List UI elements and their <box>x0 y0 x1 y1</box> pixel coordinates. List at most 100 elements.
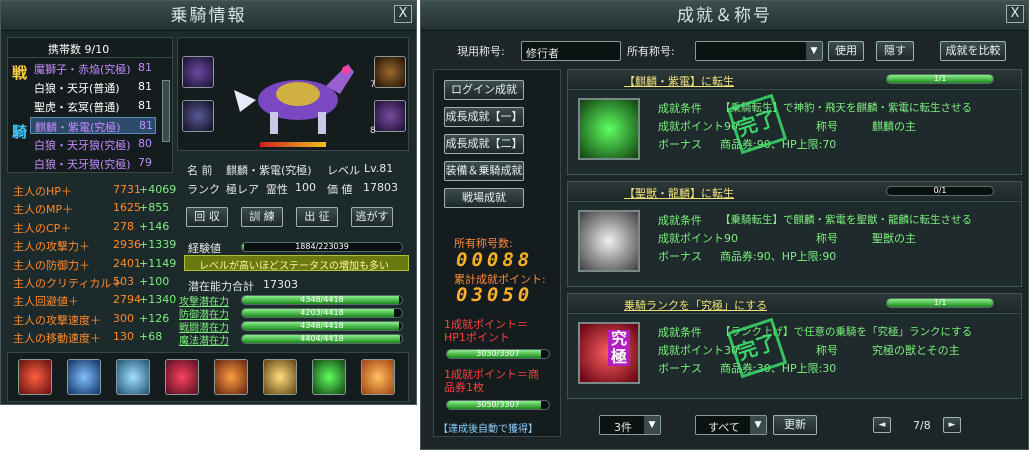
mount-list-item[interactable]: 聖虎・玄冥(普通) 81 <box>30 98 156 115</box>
stat-label: 主人の防御力＋ <box>13 258 90 272</box>
set-free-button[interactable]: 逃がす <box>351 207 393 227</box>
points-label: 成就ポイント90 <box>658 120 738 133</box>
page-indicator: 7/8 <box>913 419 931 432</box>
achievement-card-header: 乗騎ランクを「究極」にする 1/1 <box>568 294 1021 314</box>
red-horse-skill-icon[interactable] <box>165 359 199 395</box>
fire-claw-skill-icon[interactable] <box>214 359 248 395</box>
stat-bonus: +1339 <box>139 238 177 252</box>
equip-slot-armor-icon[interactable] <box>182 100 214 132</box>
achievement-category-button[interactable]: ログイン成就 <box>444 80 524 100</box>
achievement-card-header: 【聖獣・龍麟】に転生 0/1 <box>568 182 1021 202</box>
mount-list: 携帯数 9/10 魔獅子・赤焔(究極) 81 白狼・天牙(普通) 81 聖虎・玄冥(普通… <box>7 37 173 173</box>
equip-slot-saddle-icon[interactable] <box>182 56 214 88</box>
compare-achievements-button[interactable]: 成就を比較 <box>940 41 1006 61</box>
achievement-category-button[interactable]: 成長成就【二】 <box>444 134 524 154</box>
current-title-field: 修行者 <box>521 41 621 61</box>
ride-mark: 騎 <box>12 123 28 141</box>
stat-value: 300 <box>113 311 134 325</box>
mount-level-value: Lv.81 <box>364 162 394 175</box>
next-page-button[interactable]: ► <box>943 417 961 433</box>
potential-text: 4404/4418 <box>300 334 344 343</box>
mount-spirit-value: 100 <box>295 181 316 194</box>
train-button[interactable]: 訓 練 <box>241 207 283 227</box>
mount-name: 白狼・天牙(普通) <box>34 82 120 95</box>
achievement-category-button[interactable]: 装備＆乗騎成就 <box>444 161 524 181</box>
green-horse-skill-icon[interactable] <box>312 359 346 395</box>
stat-value: 1625 <box>113 201 141 215</box>
potential-total-label: 潜在能力合計 <box>188 280 254 293</box>
stat-bonus: +855 <box>139 201 170 215</box>
total-points-value: 03050 <box>456 284 534 306</box>
equip-slot-horseshoe-icon[interactable] <box>374 100 406 132</box>
achievement-close-button[interactable]: X <box>1006 5 1024 23</box>
mount-name: 麒麟・紫電(究極) <box>35 121 121 134</box>
stat-bonus: +1340 <box>139 293 177 307</box>
mount-level: 81 <box>138 61 152 74</box>
points-label: 成就ポイント90 <box>658 232 738 245</box>
owned-title-dropdown[interactable]: ▼ <box>695 41 823 61</box>
achievement-category-button[interactable]: 成長成就【一】 <box>444 107 524 127</box>
auto-claim-note: 【達成後自動で獲得】 <box>438 424 538 435</box>
mount-name: 白狼・天牙狼(究極) <box>34 158 131 171</box>
title-value: 聖獣の主 <box>872 232 916 245</box>
mount-list-item[interactable]: 白狼・天牙狼(究極) 79 <box>30 155 156 172</box>
prev-page-button[interactable]: ◄ <box>873 417 891 433</box>
blue-claw-skill-icon[interactable] <box>67 359 101 395</box>
battle-mark: 戦 <box>12 64 28 82</box>
gold-orb-skill-icon[interactable] <box>263 359 297 395</box>
type-filter-chevron-down-icon[interactable]: ▼ <box>750 416 766 434</box>
potential-text: 4203/4418 <box>300 308 344 317</box>
wind-wave-skill-icon[interactable] <box>116 359 150 395</box>
condition-label: 成就条件 <box>658 214 702 227</box>
achievement-category-sidebar: ログイン成就 成長成就【一】 成長成就【二】 装備＆乗騎成就 戦場成就 所有称号数: 0… <box>433 69 561 437</box>
mount-list-item[interactable]: 白狼・天牙狼(究極) 80 <box>30 136 156 153</box>
mount-spirit-label: 霊性 <box>266 183 288 196</box>
achievement-category-button[interactable]: 戦場成就 <box>444 188 524 208</box>
refresh-button[interactable]: 更新 <box>773 415 817 435</box>
stat-value: 7731 <box>113 183 141 196</box>
deploy-button[interactable]: 出 征 <box>296 207 338 227</box>
paw-print-skill-icon[interactable] <box>361 359 395 395</box>
release-button[interactable]: 回 収 <box>186 207 228 227</box>
mount-level: 81 <box>138 80 152 93</box>
owned-title-label: 所有称号: <box>627 45 675 58</box>
type-filter-dropdown[interactable]: すべて ▼ <box>695 415 767 435</box>
title-label: 称号 <box>816 344 838 357</box>
mount-name-value: 麒麟・紫電(究極) <box>226 164 312 177</box>
mount-level: 80 <box>138 137 152 150</box>
hide-title-button[interactable]: 隠す <box>876 41 914 61</box>
red-slash-skill-icon[interactable] <box>18 359 52 395</box>
stat-value: 2936 <box>113 238 141 252</box>
mount-list-item[interactable]: 魔獅子・赤焔(究極) 81 <box>30 60 156 77</box>
count-filter-dropdown[interactable]: 3件 ▼ <box>599 415 661 435</box>
count-filter-chevron-down-icon[interactable]: ▼ <box>644 416 660 434</box>
mount-name: 聖虎・玄冥(普通) <box>34 101 120 114</box>
achievement-progress-text: 0/1 <box>933 186 947 195</box>
bonus-label: ボーナス <box>658 138 702 151</box>
mount-list-item[interactable]: 麒麟・紫電(究極) 81 <box>30 117 156 134</box>
mount-name-label: 名 前 <box>187 164 213 177</box>
mount-list-item[interactable]: 白狼・天牙(普通) 81 <box>30 79 156 96</box>
achievement-title: 成就＆称号 <box>421 1 1028 31</box>
bonus-label: ボーナス <box>658 250 702 263</box>
stat-bonus: +100 <box>139 275 170 288</box>
title-label: 称号 <box>816 120 838 133</box>
chevron-down-icon[interactable]: ▼ <box>806 42 822 60</box>
mount-list-scrollbar[interactable] <box>162 80 170 142</box>
equip-slot-reins-icon[interactable] <box>374 56 406 88</box>
potential-bar: 4348/4418 <box>241 321 403 331</box>
mount-price-label: 価 値 <box>327 183 353 196</box>
hp-convert-label: 1成就ポイント＝HP1ポイント <box>444 318 528 344</box>
achievement-progress-text: 1/1 <box>933 298 947 307</box>
mount-info-window: 乗騎情報 X 携帯数 9/10 魔獅子・赤焔(究極) 81 白狼・天牙(普通) 81 聖… <box>0 0 417 405</box>
stat-bonus: +1149 <box>139 256 177 270</box>
achievement-card: 【聖獣・龍麟】に転生 0/1 成就条件 【乗騎転生】で麒麟・紫電を聖獣・龍麟に転生させ… <box>567 181 1022 287</box>
stat-label: 主人のクリティカル＋ <box>13 277 123 290</box>
use-title-button[interactable]: 使用 <box>828 41 864 61</box>
mount-name: 魔獅子・赤焔(究極) <box>34 63 131 76</box>
mount-info-close-button[interactable]: X <box>394 5 412 23</box>
mount-level: 81 <box>138 99 152 112</box>
potential-text: 4348/4418 <box>300 321 344 330</box>
stat-value: 2401 <box>113 256 141 270</box>
potential-bar: 4348/4418 <box>241 295 403 305</box>
